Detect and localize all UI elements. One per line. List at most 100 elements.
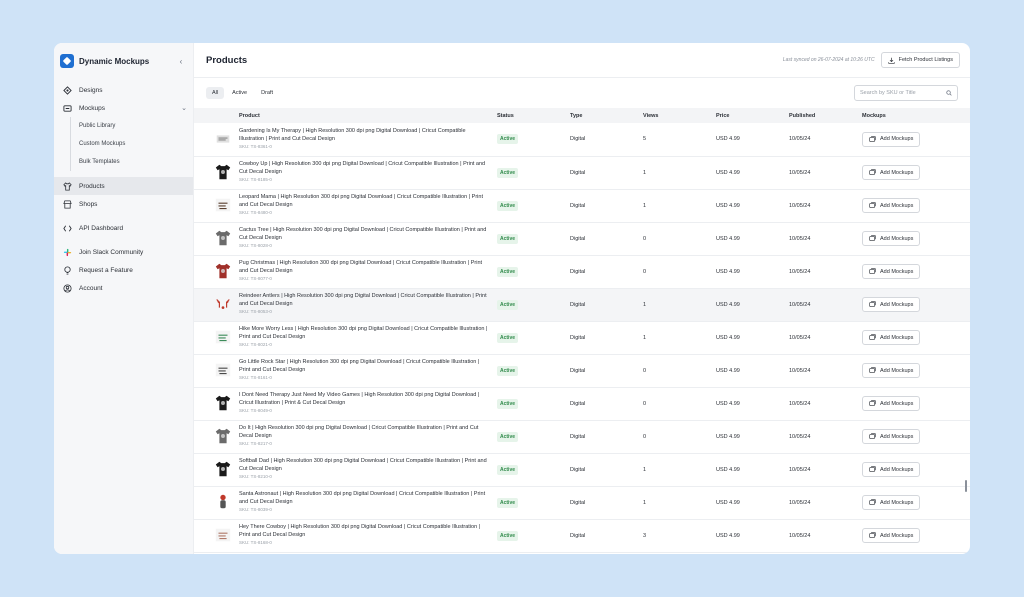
- product-title[interactable]: Go Little Rock Star | High Resolution 30…: [239, 359, 491, 375]
- table-row[interactable]: Hike More Worry Less | High Resolution 3…: [194, 321, 970, 354]
- tab-active[interactable]: Active: [226, 87, 253, 99]
- add-mockups-button[interactable]: Add Mockups: [862, 198, 921, 213]
- add-mockups-label: Add Mockups: [880, 136, 914, 143]
- views-cell: 0: [643, 367, 647, 374]
- product-thumbnail: [213, 162, 233, 182]
- mockups-cell: Add Mockups: [859, 156, 970, 189]
- mockups-cell: Add Mockups: [859, 420, 970, 453]
- sidebar-item-label: Request a Feature: [79, 266, 133, 274]
- published-cell: 10/05/24: [789, 169, 811, 176]
- sidebar-item-mockups[interactable]: Mockups ⌄: [54, 99, 193, 117]
- status-cell: Active: [494, 387, 567, 420]
- sidebar-item-designs[interactable]: Designs: [54, 81, 193, 99]
- table-row[interactable]: I Dont Need Therapy Just Need My Video G…: [194, 387, 970, 420]
- add-mockups-button[interactable]: Add Mockups: [862, 231, 921, 246]
- add-mockups-button[interactable]: Add Mockups: [862, 297, 921, 312]
- brand-name: Dynamic Mockups: [79, 56, 150, 66]
- sidebar-item-api-dashboard[interactable]: API Dashboard: [54, 219, 193, 237]
- published-cell: 10/05/24: [789, 334, 811, 341]
- product-title[interactable]: Gardening Is My Therapy | High Resolutio…: [239, 128, 491, 144]
- search-input[interactable]: Search by SKU or Title: [854, 85, 958, 101]
- views-cell: 0: [643, 235, 647, 242]
- published-cell: 10/05/24: [789, 268, 811, 275]
- search-icon: [946, 90, 952, 96]
- mockups-cell: Add Mockups: [859, 354, 970, 387]
- table-row[interactable]: Cowboy Up | High Resolution 300 dpi png …: [194, 156, 970, 189]
- sidebar-item-request-feature[interactable]: Request a Feature: [54, 261, 193, 279]
- add-mockups-icon: [869, 334, 876, 340]
- add-mockups-button[interactable]: Add Mockups: [862, 396, 921, 411]
- add-mockups-button[interactable]: Add Mockups: [862, 165, 921, 180]
- designs-icon: [62, 85, 72, 95]
- table-row[interactable]: Leopard Mama | High Resolution 300 dpi p…: [194, 189, 970, 222]
- table-row[interactable]: Pug Christmas | High Resolution 300 dpi …: [194, 255, 970, 288]
- tab-all[interactable]: All: [206, 87, 225, 99]
- add-mockups-icon: [869, 532, 876, 538]
- add-mockups-button[interactable]: Add Mockups: [862, 131, 921, 147]
- table-row[interactable]: Santa Astronaut | High Resolution 300 dp…: [194, 486, 970, 519]
- published-cell: 10/05/24: [789, 301, 811, 308]
- table-row[interactable]: Gardening Is My Therapy | High Resolutio…: [194, 123, 970, 156]
- status-badge: Active: [497, 167, 519, 178]
- mockups-cell: Add Mockups: [859, 486, 970, 519]
- sidebar-item-label: Mockups: [79, 104, 106, 112]
- fetch-product-listings-button[interactable]: Fetch Product Listings: [880, 52, 960, 68]
- app-window: Dynamic Mockups ‹ Designs Mockups ⌄ Publ…: [54, 43, 970, 554]
- sidebar-item-account[interactable]: Account: [54, 279, 193, 297]
- status-badge: Active: [497, 431, 519, 442]
- chevron-left-icon[interactable]: ‹: [175, 57, 187, 66]
- mockups-submenu: Public Library Custom Mockups Bulk Templ…: [70, 117, 193, 171]
- product-thumbnail: [213, 294, 233, 314]
- product-sku: SKU: TS-8039-0: [239, 507, 272, 513]
- table-body: Gardening Is My Therapy | High Resolutio…: [194, 123, 970, 552]
- views-cell: 0: [643, 268, 647, 275]
- product-title[interactable]: Cowboy Up | High Resolution 300 dpi png …: [239, 161, 491, 177]
- views-cell: 1: [643, 202, 647, 209]
- search-placeholder: Search by SKU or Title: [860, 90, 916, 96]
- sidebar-item-slack[interactable]: Join Slack Community: [54, 243, 193, 261]
- product-cell: Do It | High Resolution 300 dpi png Digi…: [194, 420, 494, 453]
- sidebar-item-public-library[interactable]: Public Library: [79, 117, 193, 135]
- sidebar-item-shops[interactable]: Shops: [54, 195, 193, 213]
- sidebar-item-custom-mockups[interactable]: Custom Mockups: [79, 135, 193, 153]
- price-cell: USD 4.99: [716, 301, 740, 308]
- mockups-cell: Add Mockups: [859, 189, 970, 222]
- sidebar-item-label: Shops: [79, 200, 98, 208]
- product-title[interactable]: I Dont Need Therapy Just Need My Video G…: [239, 392, 491, 408]
- scrollbar-thumb[interactable]: [965, 480, 967, 492]
- price-cell: USD 4.99: [716, 367, 740, 374]
- add-mockups-button[interactable]: Add Mockups: [862, 429, 921, 444]
- table-row[interactable]: Do It | High Resolution 300 dpi png Digi…: [194, 420, 970, 453]
- chevron-down-icon[interactable]: ⌄: [181, 104, 187, 112]
- status-badge: Active: [497, 365, 519, 376]
- add-mockups-button[interactable]: Add Mockups: [862, 528, 921, 543]
- product-thumbnail: [213, 393, 233, 413]
- add-mockups-button[interactable]: Add Mockups: [862, 462, 921, 477]
- product-title[interactable]: Do It | High Resolution 300 dpi png Digi…: [239, 425, 491, 441]
- table-row[interactable]: Hey There Cowboy | High Resolution 300 d…: [194, 519, 970, 552]
- add-mockups-button[interactable]: Add Mockups: [862, 495, 921, 510]
- table-row[interactable]: Reindeer Antlers | High Resolution 300 d…: [194, 288, 970, 321]
- add-mockups-button[interactable]: Add Mockups: [862, 330, 921, 345]
- product-title[interactable]: Reindeer Antlers | High Resolution 300 d…: [239, 293, 491, 309]
- product-title[interactable]: Hey There Cowboy | High Resolution 300 d…: [239, 524, 491, 540]
- table-row[interactable]: Cactus Tree | High Resolution 300 dpi pn…: [194, 222, 970, 255]
- fetch-button-label: Fetch Product Listings: [898, 57, 953, 63]
- sidebar-item-bulk-templates[interactable]: Bulk Templates: [79, 153, 193, 171]
- sidebar-item-products[interactable]: Products: [54, 177, 193, 195]
- add-mockups-button[interactable]: Add Mockups: [862, 363, 921, 378]
- product-title[interactable]: Pug Christmas | High Resolution 300 dpi …: [239, 260, 491, 276]
- product-title[interactable]: Softball Dad | High Resolution 300 dpi p…: [239, 458, 491, 474]
- product-title[interactable]: Santa Astronaut | High Resolution 300 dp…: [239, 491, 491, 507]
- status-cell: Active: [494, 453, 567, 486]
- published-cell: 10/05/24: [789, 202, 811, 209]
- product-cell: Go Little Rock Star | High Resolution 30…: [194, 354, 494, 387]
- table-row[interactable]: Softball Dad | High Resolution 300 dpi p…: [194, 453, 970, 486]
- tab-draft[interactable]: Draft: [255, 87, 279, 99]
- table-row[interactable]: Go Little Rock Star | High Resolution 30…: [194, 354, 970, 387]
- product-title[interactable]: Hike More Worry Less | High Resolution 3…: [239, 326, 491, 342]
- product-title[interactable]: Cactus Tree | High Resolution 300 dpi pn…: [239, 227, 491, 243]
- product-title[interactable]: Leopard Mama | High Resolution 300 dpi p…: [239, 194, 491, 210]
- add-mockups-button[interactable]: Add Mockups: [862, 264, 921, 279]
- add-mockups-icon: [869, 169, 876, 175]
